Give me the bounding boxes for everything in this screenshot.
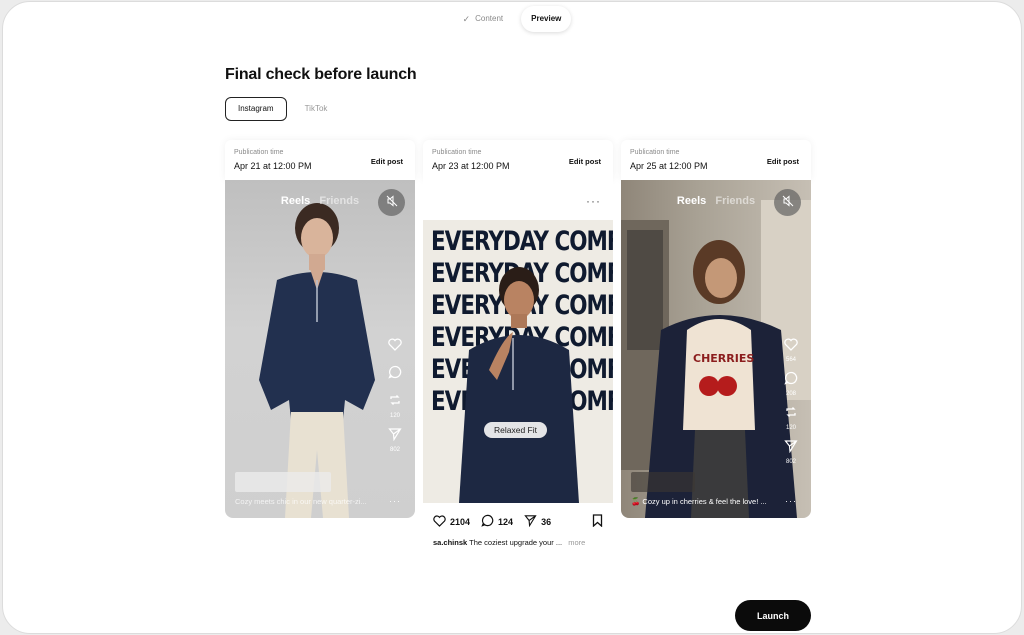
repost-action[interactable]: 120 <box>388 393 402 419</box>
more-options-icon[interactable]: ··· <box>785 496 797 506</box>
edit-post-button[interactable]: Edit post <box>371 157 403 166</box>
username-placeholder <box>235 472 331 492</box>
tab-tiktok[interactable]: TikTok <box>293 97 340 121</box>
step-preview[interactable]: Preview <box>521 6 572 32</box>
like-count: 2104 <box>450 516 471 527</box>
repost-icon <box>784 405 798 424</box>
page-title: Final check before launch <box>225 66 417 83</box>
step-content[interactable]: ✓ Content <box>453 6 514 32</box>
send-icon <box>784 439 798 458</box>
mute-button[interactable] <box>774 189 801 216</box>
muted-speaker-icon <box>386 194 398 212</box>
comment-count: 208 <box>785 391 796 397</box>
like-action[interactable] <box>388 338 402 357</box>
send-count: 802 <box>389 447 400 453</box>
reel-actions: 120 802 <box>384 338 406 453</box>
post-caption: sa.chinsk The coziest upgrade your ... m… <box>433 538 585 547</box>
check-icon: ✓ <box>462 14 471 24</box>
publication-time: Apr 23 at 12:00 PM <box>432 161 510 171</box>
step-switcher: ✓ Content Preview <box>3 6 1021 32</box>
send-icon <box>524 514 537 529</box>
feed-post-preview: ··· EVERYDAY COMFORT EVERYDAY COMFORT EV… <box>423 180 613 560</box>
launch-button[interactable]: Launch <box>735 600 811 631</box>
send-action[interactable]: 802 <box>388 427 402 453</box>
reel-actions: 564 208 120 802 <box>780 338 802 465</box>
share-count: 36 <box>541 516 552 527</box>
heart-icon <box>388 338 402 356</box>
repost-count: 120 <box>389 413 400 419</box>
more-options-icon[interactable]: ··· <box>586 194 601 208</box>
publication-label: Publication time <box>630 149 680 156</box>
friends-tab[interactable]: Friends <box>319 195 359 207</box>
send-icon <box>388 427 402 446</box>
post-card-header: Publication time Apr 21 at 12:00 PM Edit… <box>225 140 415 180</box>
post-username[interactable]: sa.chinsk <box>433 538 467 547</box>
post-stats: 2104 124 36 <box>433 514 557 529</box>
step-preview-label: Preview <box>531 14 562 23</box>
like-action[interactable]: 564 <box>784 338 798 363</box>
publication-label: Publication time <box>432 149 482 156</box>
friends-tab[interactable]: Friends <box>715 195 755 207</box>
relaxed-fit-badge: Relaxed Fit <box>484 422 547 438</box>
reel-caption: 🍒 Cozy up in cherries & feel the love! .… <box>631 497 767 506</box>
post-card-header: Publication time Apr 25 at 12:00 PM Edit… <box>621 140 811 180</box>
app-frame: ✓ Content Preview Final check before lau… <box>2 1 1022 634</box>
share-stat[interactable]: 36 <box>524 514 551 529</box>
more-link[interactable]: more <box>568 538 585 547</box>
comment-action[interactable] <box>388 365 402 385</box>
comment-stat[interactable]: 124 <box>481 514 513 529</box>
reel-caption: Cozy meets chic in our new quarter-zi... <box>235 497 367 506</box>
publication-time: Apr 25 at 12:00 PM <box>630 161 708 171</box>
model-image <box>459 267 579 503</box>
comment-action[interactable]: 208 <box>784 371 798 397</box>
repost-action[interactable]: 120 <box>784 405 798 431</box>
heart-icon <box>433 514 446 529</box>
reels-tab[interactable]: Reels <box>677 195 706 207</box>
edit-post-button[interactable]: Edit post <box>569 157 601 166</box>
username-placeholder <box>631 472 695 492</box>
send-count: 802 <box>785 459 796 465</box>
reel-preview: Reels Friends 120 802 Cozy meets chic in… <box>225 180 415 518</box>
post-image: EVERYDAY COMFORT EVERYDAY COMFORT EVERYD… <box>423 220 613 503</box>
like-stat[interactable]: 2104 <box>433 514 471 529</box>
publication-label: Publication time <box>234 149 284 156</box>
comment-count: 124 <box>498 516 514 527</box>
heart-icon <box>784 338 798 356</box>
like-count: 564 <box>785 357 796 363</box>
reels-tab[interactable]: Reels <box>281 195 310 207</box>
repost-count: 120 <box>785 425 796 431</box>
edit-post-button[interactable]: Edit post <box>767 157 799 166</box>
tab-instagram[interactable]: Instagram <box>225 97 287 121</box>
post-caption-text: The coziest upgrade your ... <box>469 538 563 547</box>
muted-speaker-icon <box>782 194 794 212</box>
comment-icon <box>481 514 494 529</box>
post-card-header: Publication time Apr 23 at 12:00 PM Edit… <box>423 140 613 180</box>
send-action[interactable]: 802 <box>784 439 798 465</box>
publication-time: Apr 21 at 12:00 PM <box>234 161 312 171</box>
svg-text:CHERRIES: CHERRIES <box>693 352 754 365</box>
comment-icon <box>388 365 402 384</box>
step-content-label: Content <box>475 14 504 23</box>
reel-preview: CHERRIES Reels Friends 564 208 120 802 🍒… <box>621 180 811 518</box>
bookmark-icon[interactable] <box>592 514 603 532</box>
mute-button[interactable] <box>378 189 405 216</box>
comment-icon <box>784 371 798 390</box>
repost-icon <box>388 393 402 412</box>
more-options-icon[interactable]: ··· <box>389 496 401 506</box>
platform-tabs: Instagram TikTok <box>225 97 339 121</box>
